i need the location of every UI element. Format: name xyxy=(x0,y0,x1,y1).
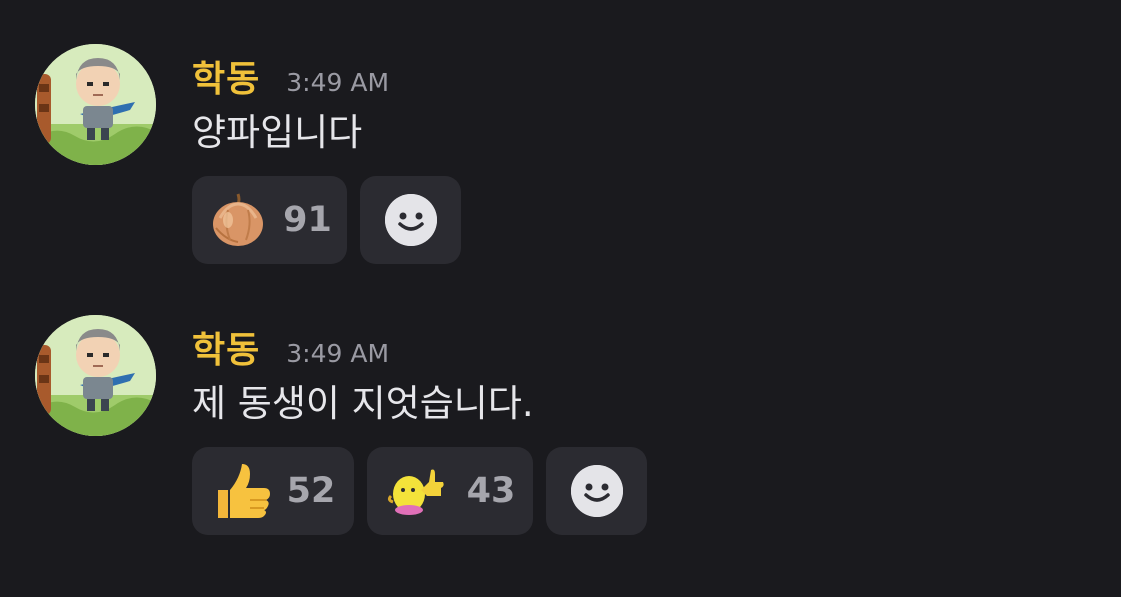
reaction-bar: 52 43 xyxy=(192,447,647,535)
add-reaction-button[interactable] xyxy=(546,447,647,535)
reaction-custom-thumbs-up[interactable]: 43 xyxy=(367,447,533,535)
message-text: 제 동생이 지엇습니다. xyxy=(192,382,534,425)
message-feed: 학동 3:49 AM 양파입니다 91 학동 3:49 AM 제 동생이 지엇습… xyxy=(0,0,1121,597)
reaction-count: 52 xyxy=(286,471,336,511)
username[interactable]: 학동 xyxy=(192,321,260,373)
timestamp: 3:49 AM xyxy=(286,339,390,368)
message-header: 학동 3:49 AM xyxy=(192,321,389,373)
reaction-thumbs-up[interactable]: 52 xyxy=(192,447,354,535)
reaction-bar: 91 xyxy=(192,176,461,264)
add-reaction-button[interactable] xyxy=(360,176,461,264)
message-header: 학동 3:49 AM xyxy=(192,50,389,102)
avatar-character-icon xyxy=(35,315,156,436)
onion-icon xyxy=(207,189,269,251)
custom-thumbs-up-icon xyxy=(385,460,447,522)
avatar[interactable] xyxy=(35,44,156,165)
smile-icon xyxy=(570,465,623,517)
avatar-character-icon xyxy=(35,44,156,165)
smile-icon xyxy=(384,194,437,246)
thumbs-up-icon xyxy=(211,460,273,522)
avatar[interactable] xyxy=(35,315,156,436)
reaction-count: 91 xyxy=(283,200,332,240)
timestamp: 3:49 AM xyxy=(286,68,390,97)
username[interactable]: 학동 xyxy=(192,50,260,102)
message-text: 양파입니다 xyxy=(192,111,363,154)
reaction-count: 43 xyxy=(466,471,516,511)
reaction-onion[interactable]: 91 xyxy=(192,176,347,264)
